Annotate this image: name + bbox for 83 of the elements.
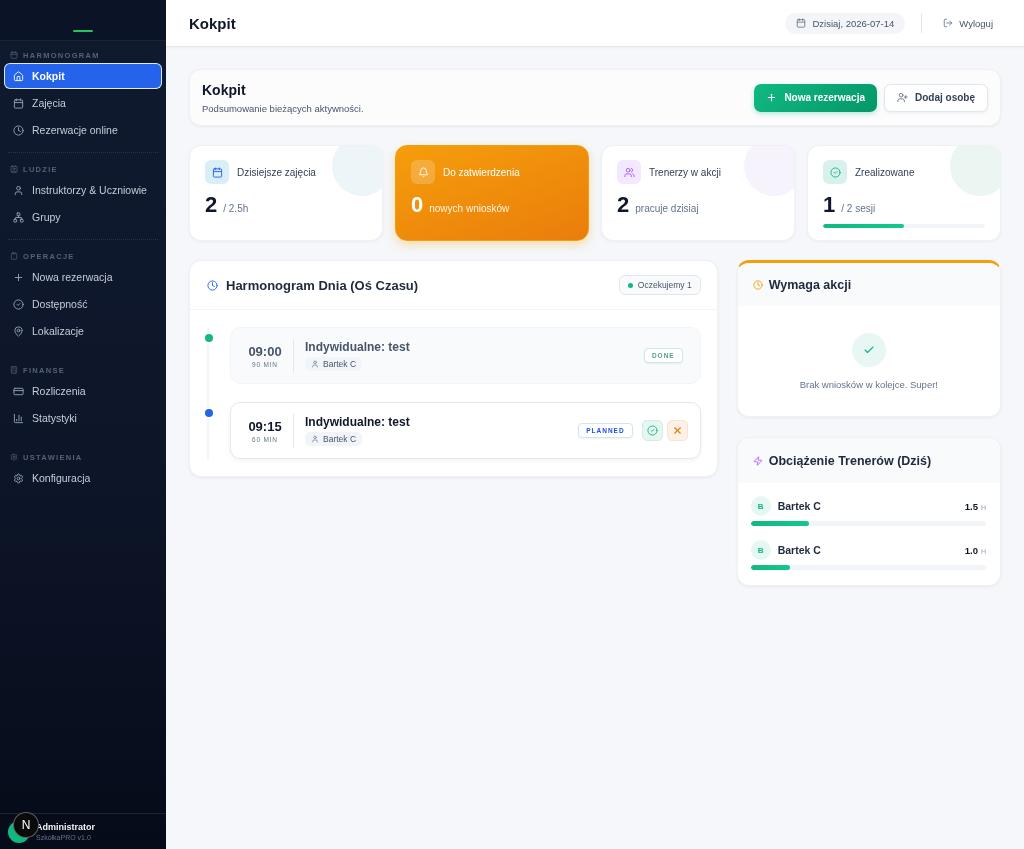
stat-title: Zrealizowane bbox=[855, 166, 915, 178]
trainer-avatar: B bbox=[750, 540, 771, 560]
stat-title: Do zatwierdzenia bbox=[443, 166, 520, 178]
user-name: Administrator bbox=[36, 822, 95, 832]
session-title: Indywidualne: test bbox=[305, 340, 410, 354]
bar-chart-icon bbox=[13, 412, 24, 424]
user-icon bbox=[311, 360, 319, 368]
session-time: 09:15 bbox=[248, 418, 282, 434]
sidebar-item[interactable]: Lokalizacje bbox=[4, 318, 162, 344]
section-heading: Kokpit bbox=[202, 81, 247, 98]
stat-title: Trenerzy w akcji bbox=[649, 166, 721, 178]
stat-value: 1 bbox=[823, 192, 836, 217]
calendar-tile-icon bbox=[205, 160, 229, 184]
pending-label: Oczekujemy 1 bbox=[637, 280, 692, 290]
settings-icon bbox=[10, 453, 18, 461]
network-icon bbox=[13, 211, 24, 223]
trainer-name: Bartek C bbox=[777, 544, 821, 556]
bell-tile-icon bbox=[411, 160, 435, 184]
trainer-name: Bartek C bbox=[777, 500, 821, 512]
calendar-icon bbox=[10, 51, 18, 59]
sidebar-item[interactable]: Konfiguracja bbox=[4, 465, 162, 491]
add-person-button[interactable]: Dodaj osobę bbox=[884, 83, 988, 112]
clock-icon bbox=[13, 124, 24, 136]
contact-icon bbox=[10, 165, 18, 173]
logout-button[interactable]: Wyloguj bbox=[943, 17, 993, 29]
users-tile-icon bbox=[617, 160, 641, 184]
lightning-icon bbox=[752, 455, 763, 466]
close-icon bbox=[671, 425, 683, 436]
sidebar-item[interactable]: Rezerwacje online bbox=[4, 117, 162, 143]
sidebar-item[interactable]: Nowa rezerwacja bbox=[4, 264, 162, 290]
check-circle-icon bbox=[13, 298, 24, 310]
sidebar-item[interactable]: Statystyki bbox=[4, 405, 162, 431]
user-plus-icon bbox=[897, 92, 908, 103]
sidebar-item[interactable]: Dostępność bbox=[4, 291, 162, 317]
location-pin-icon bbox=[13, 325, 24, 337]
logout-icon bbox=[943, 18, 954, 28]
sidebar-item[interactable]: Zajęcia bbox=[4, 90, 162, 116]
user-icon bbox=[13, 184, 24, 196]
cancel-button[interactable] bbox=[666, 420, 688, 441]
hours-value: 1.0 bbox=[964, 544, 978, 556]
section-subtitle: Podsumowanie bieżących aktywności. bbox=[202, 102, 364, 114]
stat-caption: / 2.5h bbox=[223, 203, 249, 214]
trainer-name: Bartek C bbox=[323, 359, 357, 369]
clock-icon bbox=[752, 279, 763, 290]
session-time: 09:00 bbox=[248, 343, 282, 359]
sidebar-item[interactable]: Grupy bbox=[4, 204, 162, 230]
home-icon bbox=[13, 70, 24, 82]
stat-caption: nowych wniosków bbox=[429, 203, 510, 214]
panel-title: Obciążenie Trenerów (Dziś) bbox=[768, 453, 932, 468]
check-circle-tile-icon bbox=[823, 160, 847, 184]
check-circle-icon bbox=[646, 425, 658, 436]
clock-icon bbox=[207, 279, 218, 291]
sidebar-item[interactable]: Kokpit bbox=[4, 63, 162, 89]
stat-title: Dzisiejsze zajęcia bbox=[237, 166, 316, 178]
sidebar-item[interactable]: Instruktorzy & Uczniowie bbox=[4, 177, 162, 203]
session-title: Indywidualne: test bbox=[305, 415, 410, 429]
sidebar-item[interactable]: Rozliczenia bbox=[4, 378, 162, 404]
logo-accent-line bbox=[73, 30, 93, 32]
stat-caption: / 2 sesji bbox=[841, 203, 876, 214]
calendar-icon bbox=[796, 18, 807, 28]
page-title: Kokpit bbox=[189, 14, 236, 32]
panel-title: Harmonogram Dnia (Oś Czasu) bbox=[226, 277, 419, 293]
stat-value: 2 bbox=[205, 192, 218, 217]
credit-card-icon bbox=[13, 385, 24, 397]
calendar-icon bbox=[13, 97, 24, 109]
empty-message: Brak wniosków w kolejce. Super! bbox=[799, 379, 938, 390]
confirm-button[interactable] bbox=[641, 420, 663, 441]
clipboard-icon bbox=[10, 252, 18, 260]
plus-icon bbox=[13, 271, 24, 283]
hours-value: 1.5 bbox=[964, 500, 978, 512]
calculator-icon bbox=[10, 366, 18, 374]
stat-value: 0 bbox=[411, 192, 424, 217]
status-dot-icon bbox=[627, 282, 633, 288]
date-label: Dzisiaj, 2026-07-14 bbox=[812, 17, 895, 29]
user-icon bbox=[311, 435, 319, 443]
stat-value: 2 bbox=[617, 192, 630, 217]
trainer-name: Bartek C bbox=[323, 434, 357, 444]
stat-caption: pracuje dzisiaj bbox=[635, 203, 699, 214]
plus-icon bbox=[766, 92, 778, 103]
settings-icon bbox=[13, 472, 24, 484]
trainer-avatar: B bbox=[750, 496, 771, 516]
panel-title: Wymaga akcji bbox=[768, 277, 852, 292]
check-icon bbox=[851, 333, 886, 367]
